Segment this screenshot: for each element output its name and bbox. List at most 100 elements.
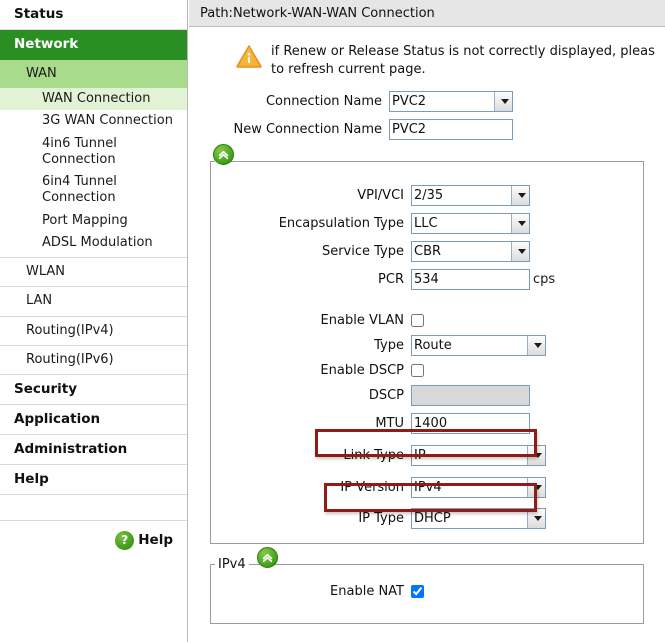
sidebar-item-administration[interactable]: Administration (0, 435, 187, 465)
new-connection-name-label: New Connection Name (233, 121, 382, 137)
ip-version-select-wrap: IPv4 (411, 476, 546, 498)
enable-dscp-checkbox[interactable] (411, 363, 424, 377)
question-circle-icon: ? (115, 530, 135, 550)
dscp-row: DSCP (211, 384, 643, 406)
sidebar-item-wan-connection[interactable]: WAN Connection (0, 88, 187, 111)
sidebar-item-label: Security (14, 381, 78, 397)
sidebar-item-application[interactable]: Application (0, 405, 187, 435)
sidebar-item-label: WAN Connection (42, 91, 151, 106)
service-type-row: Service Type CBR (211, 240, 643, 262)
sidebar-item-label: Administration (14, 440, 128, 457)
enable-nat-checkbox[interactable] (411, 584, 424, 598)
warning-triangle-info-icon (236, 44, 262, 68)
breadcrumb: Path:Network-WAN-WAN Connection (189, 0, 665, 27)
sidebar-item-port-mapping[interactable]: Port Mapping (0, 210, 187, 232)
panel-gap (211, 290, 643, 306)
sidebar-item-routing-ipv6[interactable]: Routing(IPv6) (0, 346, 187, 375)
ipv4-panel-legend: IPv4 (218, 556, 246, 572)
ip-type-row: IP Type DHCP (211, 507, 643, 529)
vpi-vci-row: VPI/VCI 2/35 (211, 184, 643, 206)
sidebar-item-4in6-tunnel-connection[interactable]: 4in6 Tunnel Connection (0, 133, 187, 172)
pcr-row: PCR cps (211, 268, 643, 290)
type-select-wrap: Route (411, 334, 546, 356)
enable-dscp-label: Enable DSCP (320, 362, 404, 378)
enable-vlan-row: Enable VLAN (211, 313, 643, 328)
connection-name-select[interactable]: PVC2 (389, 90, 513, 112)
link-type-select-wrap: IP (411, 444, 546, 466)
pcr-label: PCR (378, 271, 404, 287)
sidebar-item-wan[interactable]: WAN (0, 59, 187, 88)
ip-version-label: IP Version (340, 479, 404, 495)
encapsulation-type-select-wrap: LLC (411, 212, 530, 234)
sidebar-item-label: 3G WAN Connection (42, 113, 173, 129)
service-type-select-wrap: CBR (411, 240, 530, 262)
sidebar-item-label: WLAN (26, 264, 66, 279)
atm-panel-wrap: . VPI/VCI 2/35 Encapsulation Type LLC (210, 143, 644, 544)
service-type-label: Service Type (321, 243, 404, 259)
encapsulation-type-row: Encapsulation Type LLC (211, 212, 643, 234)
ip-type-select[interactable]: DHCP (411, 507, 546, 529)
ipv4-settings-panel: IPv4 Enable NAT (210, 556, 644, 624)
link-type-row: Link Type IP (211, 444, 643, 466)
enable-dscp-row: Enable DSCP (211, 363, 643, 378)
mtu-input[interactable] (411, 412, 530, 434)
vpi-vci-label: VPI/VCI (357, 187, 404, 203)
enable-vlan-checkbox[interactable] (411, 313, 424, 327)
type-row: Type Route (211, 334, 643, 356)
link-type-select[interactable]: IP (411, 444, 546, 466)
dscp-label: DSCP (368, 387, 404, 403)
sidebar-divider (0, 495, 187, 521)
connection-name-select-wrap: PVC2 (389, 90, 513, 112)
sidebar-item-routing-ipv4[interactable]: Routing(IPv4) (0, 317, 187, 346)
encapsulation-type-select[interactable]: LLC (411, 212, 530, 234)
pcr-input[interactable] (411, 268, 530, 290)
breadcrumb-text: Path:Network-WAN-WAN Connection (200, 5, 435, 21)
sidebar-item-label: Network (14, 35, 79, 52)
enable-nat-row: Enable NAT (211, 584, 643, 599)
ip-version-row: IP Version IPv4 (211, 476, 643, 498)
dscp-input (411, 384, 530, 406)
connection-name-label: Connection Name (265, 93, 382, 109)
help-link-label: Help (138, 532, 173, 548)
sidebar-item-status[interactable]: Status (0, 0, 187, 30)
sidebar-nav: Status Network WAN WAN Connection 3G WAN… (0, 0, 188, 642)
new-connection-name-row: New Connection Name (189, 118, 665, 140)
sidebar-item-label: Routing(IPv6) (26, 351, 114, 367)
type-select[interactable]: Route (411, 334, 546, 356)
vpi-vci-select[interactable]: 2/35 (411, 184, 530, 206)
sidebar-item-label: Status (14, 6, 64, 22)
vpi-vci-select-wrap: 2/35 (411, 184, 530, 206)
sidebar-item-security[interactable]: Security (0, 375, 187, 405)
notice-text: if Renew or Release Status is not correc… (271, 44, 655, 77)
sidebar-item-network[interactable]: Network (0, 29, 187, 60)
sidebar-item-label: WAN (26, 65, 57, 81)
ipv4-panel-wrap: IPv4 Enable NAT (210, 546, 644, 624)
chevron-double-up-icon-atm[interactable] (213, 143, 234, 165)
sidebar-item-help[interactable]: Help (0, 465, 187, 495)
new-connection-name-input[interactable] (389, 118, 513, 140)
sidebar-item-label: Help (14, 470, 49, 487)
ip-type-select-wrap: DHCP (411, 507, 546, 529)
atm-settings-panel: . VPI/VCI 2/35 Encapsulation Type LLC (210, 153, 644, 544)
sidebar-item-label: 4in6 Tunnel Connection (42, 135, 117, 167)
router-config-page: Status Network WAN WAN Connection 3G WAN… (0, 0, 665, 642)
sidebar-item-6in4-tunnel-connection[interactable]: 6in4 Tunnel Connection (0, 171, 187, 210)
content-area: Path:Network-WAN-WAN Connection if Renew… (189, 0, 665, 642)
sidebar-item-adsl-modulation[interactable]: ADSL Modulation (0, 232, 187, 258)
sidebar-item-label: Port Mapping (42, 212, 128, 228)
connection-name-row: Connection Name PVC2 (189, 90, 665, 112)
sidebar-item-wlan[interactable]: WLAN (0, 258, 187, 288)
pcr-unit-label: cps (533, 271, 556, 287)
mtu-row: MTU (211, 412, 643, 434)
chevron-double-up-icon-ipv4[interactable] (257, 546, 278, 568)
notice-banner: if Renew or Release Status is not correc… (189, 27, 665, 79)
sidebar-item-label: Application (14, 410, 101, 427)
help-link[interactable]: ? Help (0, 521, 187, 550)
enable-nat-label: Enable NAT (330, 583, 404, 599)
type-label: Type (374, 337, 404, 353)
sidebar-item-3g-wan-connection[interactable]: 3G WAN Connection (0, 110, 187, 132)
ip-version-select[interactable]: IPv4 (411, 476, 546, 498)
sidebar-item-label: LAN (26, 293, 53, 309)
service-type-select[interactable]: CBR (411, 240, 530, 262)
sidebar-item-lan[interactable]: LAN (0, 287, 187, 317)
